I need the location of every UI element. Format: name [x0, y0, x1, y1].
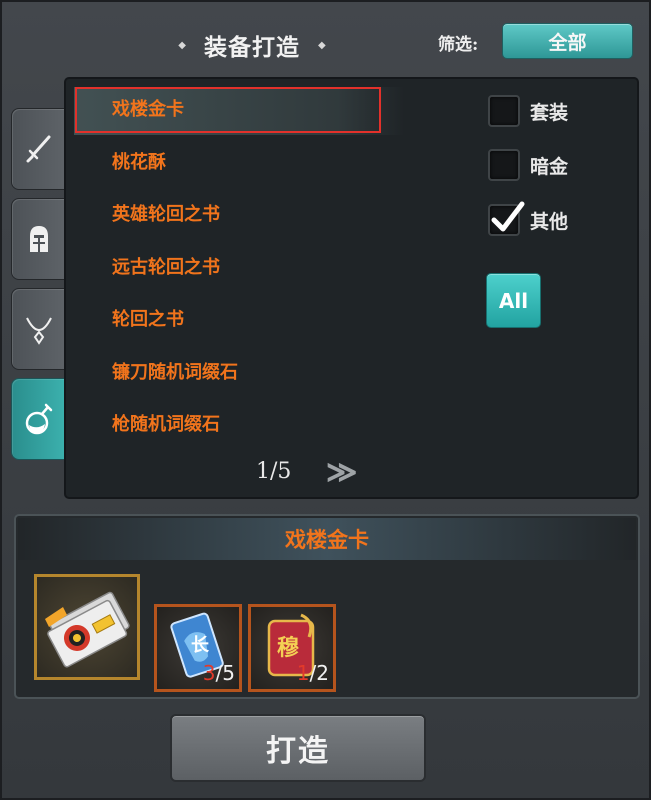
- filter-checkbox-other[interactable]: 其他: [488, 201, 569, 236]
- svg-text:长: 长: [191, 635, 210, 656]
- checkbox-set[interactable]: [488, 95, 520, 127]
- filter-label: 筛选:: [438, 35, 479, 55]
- material-slot[interactable]: 长 3/5: [154, 604, 242, 692]
- sword-icon: [26, 135, 51, 163]
- forge-button[interactable]: 打造: [170, 714, 426, 782]
- golden-card-icon: [45, 591, 130, 668]
- tab-consumable[interactable]: [11, 378, 67, 460]
- helmet-icon: [30, 226, 48, 252]
- title-left-ornament-icon: ◆: [178, 39, 186, 51]
- select-all-button[interactable]: All: [486, 273, 541, 328]
- title-right-ornament-icon: ◆: [318, 39, 326, 51]
- material-count: 3/5: [202, 661, 235, 685]
- filter-dropdown-button[interactable]: 全部: [502, 23, 633, 59]
- checkbox-label: 暗金: [530, 155, 569, 178]
- page-title: 装备打造: [204, 34, 300, 61]
- tab-armor[interactable]: [11, 198, 67, 280]
- potion-icon: [25, 403, 53, 435]
- product-slot[interactable]: [34, 574, 140, 680]
- list-item[interactable]: 英雄轮回之书: [112, 200, 220, 230]
- material-count: 1/2: [296, 661, 329, 685]
- necklace-icon: [26, 317, 52, 345]
- list-item[interactable]: 远古轮回之书: [112, 253, 220, 283]
- svg-text:穆: 穆: [277, 635, 299, 661]
- list-item[interactable]: 镰刀随机词缀石: [112, 358, 238, 388]
- checkbox-label: 其他: [530, 210, 569, 233]
- recipe-list-panel: 戏楼金卡 桃花酥 英雄轮回之书 远古轮回之书 轮回之书 镰刀随机词缀石 枪随机词…: [64, 77, 639, 499]
- forge-window: ◆ 装备打造 ◆ 筛选: 全部 戏楼金卡 桃花酥 英雄轮回之书 远古轮回之书 轮…: [0, 0, 651, 800]
- next-page-button[interactable]: ≫: [326, 455, 358, 490]
- list-item[interactable]: 枪随机词缀石: [112, 410, 220, 440]
- list-item[interactable]: 轮回之书: [112, 305, 184, 335]
- title-bar: ◆ 装备打造 ◆: [162, 28, 342, 62]
- material-slot[interactable]: 穆 1/2: [248, 604, 336, 692]
- detail-title: 戏楼金卡: [285, 527, 369, 552]
- checkbox-label: 套装: [530, 101, 569, 124]
- checkbox-other[interactable]: [488, 201, 525, 236]
- recipe-detail-panel: 戏楼金卡 长 3/5 穆 1/2: [14, 514, 640, 699]
- filter-checkbox-set[interactable]: 套装: [488, 95, 568, 127]
- checkbox-unique[interactable]: [488, 149, 520, 181]
- page-indicator: 1/5: [256, 459, 292, 484]
- list-item[interactable]: 桃花酥: [112, 148, 166, 178]
- filter-checkbox-unique[interactable]: 暗金: [488, 149, 568, 181]
- checkmark-icon: [491, 201, 525, 232]
- tab-weapon[interactable]: [11, 108, 67, 190]
- list-item[interactable]: 戏楼金卡: [112, 95, 184, 125]
- tab-accessory[interactable]: [11, 288, 67, 370]
